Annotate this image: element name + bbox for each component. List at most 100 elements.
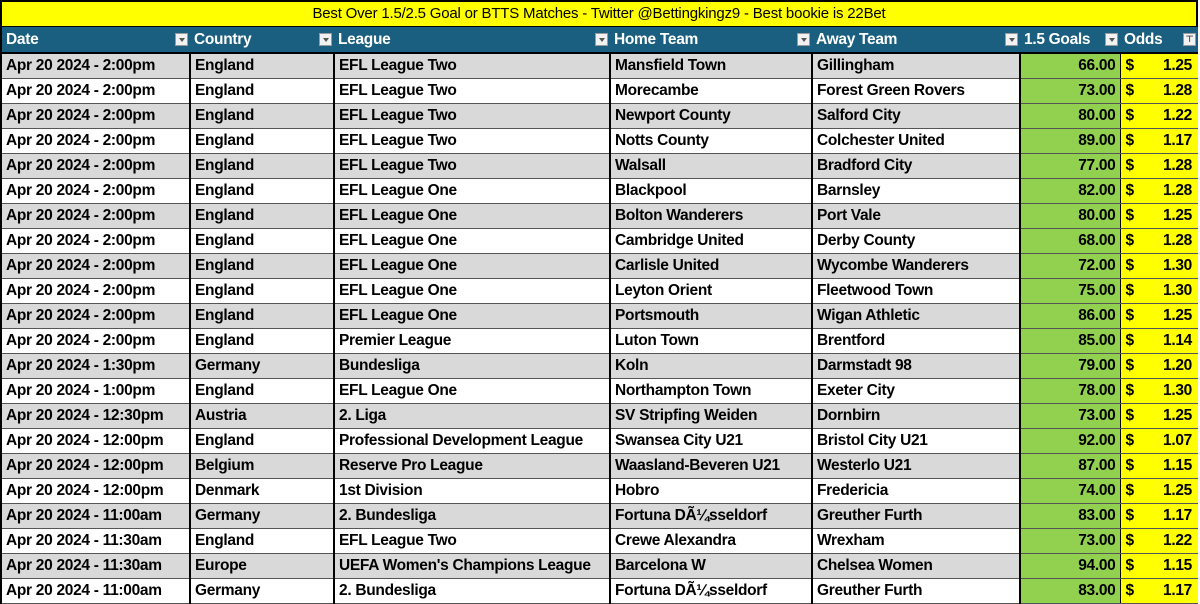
- country-cell[interactable]: Europe: [190, 553, 335, 579]
- league-cell[interactable]: UEFA Women's Champions League: [334, 553, 611, 579]
- date-cell[interactable]: Apr 20 2024 - 2:00pm: [2, 53, 191, 79]
- goals-cell[interactable]: 92.00: [1020, 428, 1121, 454]
- goals-cell[interactable]: 78.00: [1020, 378, 1121, 404]
- goals-cell[interactable]: 85.00: [1020, 328, 1121, 354]
- goals-cell[interactable]: 73.00: [1020, 78, 1121, 104]
- country-cell[interactable]: England: [190, 528, 335, 554]
- header-country[interactable]: Country: [190, 27, 334, 54]
- league-cell[interactable]: 2. Liga: [334, 403, 611, 429]
- odds-cell[interactable]: $1.25: [1120, 403, 1198, 429]
- country-cell[interactable]: England: [190, 328, 335, 354]
- goals-cell[interactable]: 66.00: [1020, 53, 1121, 79]
- date-cell[interactable]: Apr 20 2024 - 12:00pm: [2, 478, 191, 504]
- league-cell[interactable]: Bundesliga: [334, 353, 611, 379]
- away-team-cell[interactable]: Chelsea Women: [812, 553, 1021, 579]
- date-cell[interactable]: Apr 20 2024 - 1:30pm: [2, 353, 191, 379]
- date-cell[interactable]: Apr 20 2024 - 2:00pm: [2, 203, 191, 229]
- away-team-cell[interactable]: Fredericia: [812, 478, 1021, 504]
- league-cell[interactable]: 2. Bundesliga: [334, 578, 611, 604]
- odds-cell[interactable]: $1.28: [1120, 178, 1198, 204]
- date-cell[interactable]: Apr 20 2024 - 2:00pm: [2, 153, 191, 179]
- country-cell[interactable]: Denmark: [190, 478, 335, 504]
- home-team-cell[interactable]: Koln: [610, 353, 813, 379]
- date-cell[interactable]: Apr 20 2024 - 2:00pm: [2, 278, 191, 304]
- away-team-cell[interactable]: Darmstadt 98: [812, 353, 1021, 379]
- league-cell[interactable]: EFL League One: [334, 378, 611, 404]
- home-team-cell[interactable]: Carlisle United: [610, 253, 813, 279]
- goals-cell[interactable]: 83.00: [1020, 503, 1121, 529]
- league-cell[interactable]: EFL League One: [334, 303, 611, 329]
- home-team-cell[interactable]: Bolton Wanderers: [610, 203, 813, 229]
- date-cell[interactable]: Apr 20 2024 - 12:00pm: [2, 453, 191, 479]
- country-cell[interactable]: England: [190, 153, 335, 179]
- league-cell[interactable]: EFL League Two: [334, 103, 611, 129]
- header-date[interactable]: Date: [2, 27, 190, 54]
- away-team-cell[interactable]: Salford City: [812, 103, 1021, 129]
- country-cell[interactable]: England: [190, 128, 335, 154]
- date-cell[interactable]: Apr 20 2024 - 11:00am: [2, 503, 191, 529]
- odds-cell[interactable]: $1.30: [1120, 253, 1198, 279]
- home-team-cell[interactable]: Fortuna DÃ¼sseldorf: [610, 503, 813, 529]
- goals-cell[interactable]: 68.00: [1020, 228, 1121, 254]
- home-team-cell[interactable]: Crewe Alexandra: [610, 528, 813, 554]
- filter-dropdown-icon[interactable]: [595, 33, 608, 46]
- home-team-cell[interactable]: Luton Town: [610, 328, 813, 354]
- goals-cell[interactable]: 79.00: [1020, 353, 1121, 379]
- league-cell[interactable]: EFL League One: [334, 253, 611, 279]
- filter-dropdown-icon[interactable]: [1005, 33, 1018, 46]
- away-team-cell[interactable]: Barnsley: [812, 178, 1021, 204]
- goals-cell[interactable]: 89.00: [1020, 128, 1121, 154]
- country-cell[interactable]: England: [190, 253, 335, 279]
- country-cell[interactable]: England: [190, 203, 335, 229]
- date-cell[interactable]: Apr 20 2024 - 1:00pm: [2, 378, 191, 404]
- home-team-cell[interactable]: Hobro: [610, 478, 813, 504]
- goals-cell[interactable]: 73.00: [1020, 528, 1121, 554]
- league-cell[interactable]: EFL League Two: [334, 78, 611, 104]
- home-team-cell[interactable]: Notts County: [610, 128, 813, 154]
- goals-cell[interactable]: 75.00: [1020, 278, 1121, 304]
- goals-cell[interactable]: 83.00: [1020, 578, 1121, 604]
- league-cell[interactable]: EFL League Two: [334, 128, 611, 154]
- away-team-cell[interactable]: Bristol City U21: [812, 428, 1021, 454]
- date-cell[interactable]: Apr 20 2024 - 2:00pm: [2, 253, 191, 279]
- country-cell[interactable]: England: [190, 178, 335, 204]
- header-home-team[interactable]: Home Team: [610, 27, 812, 54]
- away-team-cell[interactable]: Wycombe Wanderers: [812, 253, 1021, 279]
- odds-cell[interactable]: $1.17: [1120, 503, 1198, 529]
- away-team-cell[interactable]: Wrexham: [812, 528, 1021, 554]
- away-team-cell[interactable]: Forest Green Rovers: [812, 78, 1021, 104]
- home-team-cell[interactable]: Cambridge United: [610, 228, 813, 254]
- country-cell[interactable]: Germany: [190, 503, 335, 529]
- odds-cell[interactable]: $1.22: [1120, 103, 1198, 129]
- date-cell[interactable]: Apr 20 2024 - 2:00pm: [2, 178, 191, 204]
- odds-cell[interactable]: $1.30: [1120, 278, 1198, 304]
- odds-cell[interactable]: $1.25: [1120, 303, 1198, 329]
- home-team-cell[interactable]: Newport County: [610, 103, 813, 129]
- away-team-cell[interactable]: Port Vale: [812, 203, 1021, 229]
- date-cell[interactable]: Apr 20 2024 - 11:30am: [2, 528, 191, 554]
- goals-cell[interactable]: 73.00: [1020, 403, 1121, 429]
- odds-cell[interactable]: $1.15: [1120, 553, 1198, 579]
- date-cell[interactable]: Apr 20 2024 - 12:00pm: [2, 428, 191, 454]
- country-cell[interactable]: Belgium: [190, 453, 335, 479]
- date-cell[interactable]: Apr 20 2024 - 2:00pm: [2, 303, 191, 329]
- league-cell[interactable]: Reserve Pro League: [334, 453, 611, 479]
- odds-cell[interactable]: $1.14: [1120, 328, 1198, 354]
- league-cell[interactable]: EFL League Two: [334, 528, 611, 554]
- home-team-cell[interactable]: Waasland-Beveren U21: [610, 453, 813, 479]
- date-cell[interactable]: Apr 20 2024 - 11:00am: [2, 578, 191, 604]
- date-cell[interactable]: Apr 20 2024 - 12:30pm: [2, 403, 191, 429]
- home-team-cell[interactable]: Barcelona W: [610, 553, 813, 579]
- away-team-cell[interactable]: Bradford City: [812, 153, 1021, 179]
- odds-cell[interactable]: $1.28: [1120, 78, 1198, 104]
- country-cell[interactable]: England: [190, 303, 335, 329]
- country-cell[interactable]: Austria: [190, 403, 335, 429]
- league-cell[interactable]: EFL League Two: [334, 53, 611, 79]
- away-team-cell[interactable]: Colchester United: [812, 128, 1021, 154]
- header-goals[interactable]: 1.5 Goals: [1020, 27, 1120, 54]
- home-team-cell[interactable]: SV Stripfing Weiden: [610, 403, 813, 429]
- league-cell[interactable]: Premier League: [334, 328, 611, 354]
- country-cell[interactable]: England: [190, 428, 335, 454]
- league-cell[interactable]: EFL League One: [334, 203, 611, 229]
- odds-cell[interactable]: $1.17: [1120, 128, 1198, 154]
